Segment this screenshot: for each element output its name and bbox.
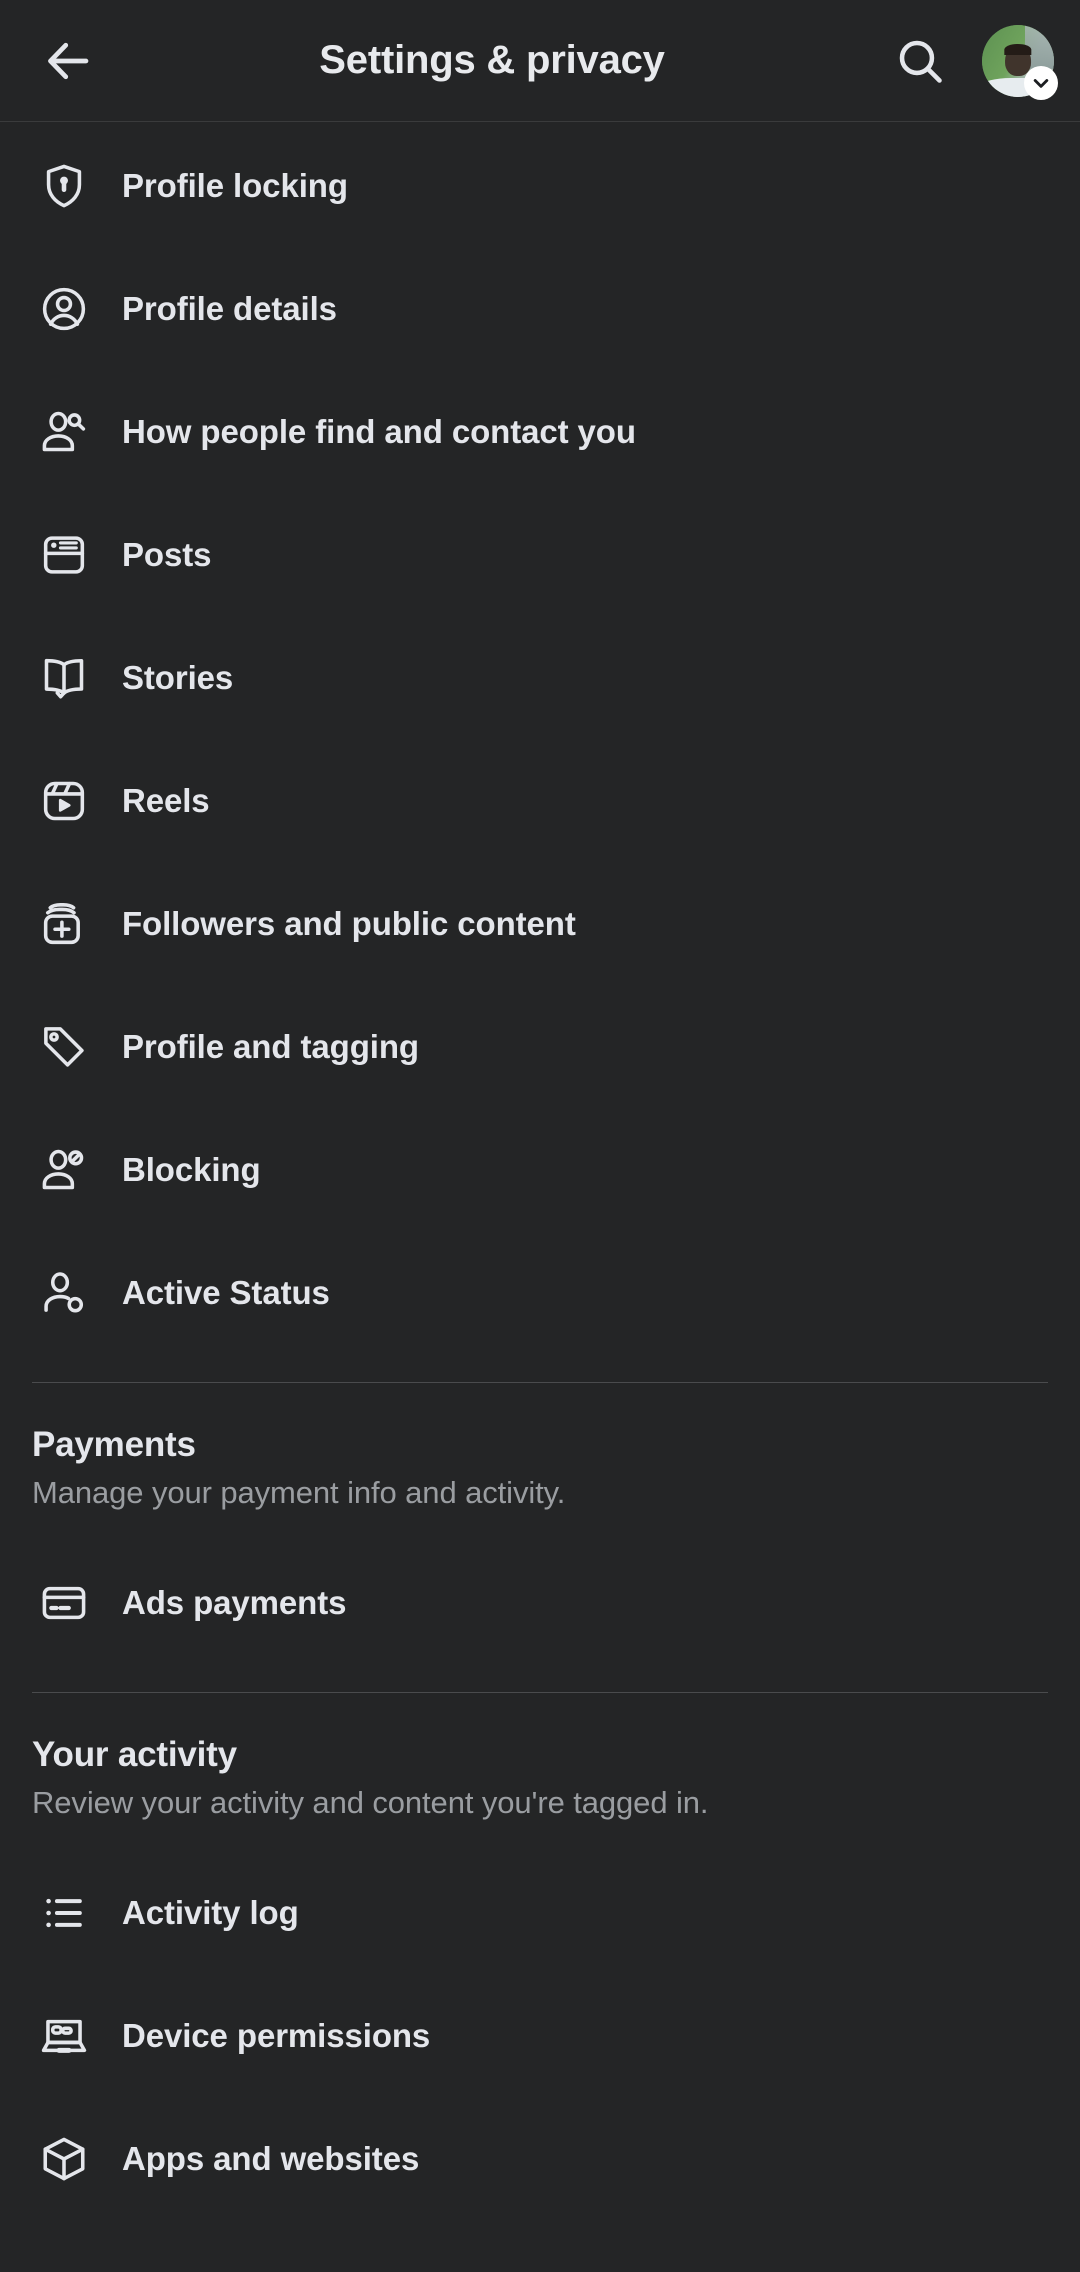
price-tag-icon (34, 1017, 94, 1077)
section-subtitle: Manage your payment info and activity. (32, 1475, 566, 1510)
list-item-posts[interactable]: Posts (0, 493, 1080, 616)
post-card-icon (34, 525, 94, 585)
list-item-label: Posts (122, 535, 212, 573)
list-item-stories[interactable]: Stories (0, 616, 1080, 739)
cube-icon (34, 2129, 94, 2189)
user-circle-icon (34, 279, 94, 339)
list-item-label: Stories (122, 658, 234, 696)
list-item-blocking[interactable]: Blocking (0, 1108, 1080, 1231)
profile-switcher-button[interactable] (982, 24, 1058, 100)
your-activity-section-header: Your activity Review your activity and c… (0, 1693, 1080, 1827)
search-button[interactable] (884, 25, 956, 97)
chevron-down-badge[interactable] (1024, 65, 1058, 100)
page-title: Settings & privacy (319, 38, 665, 82)
settings-list: Profile locking Profile details How peop… (0, 122, 1080, 1354)
avatar-hair (1004, 43, 1032, 56)
list-item-ads-payments[interactable]: Ads payments (0, 1541, 1080, 1664)
list-item-label: Apps and websites (122, 2139, 420, 2177)
section-subtitle: Review your activity and content you're … (32, 1785, 709, 1820)
list-item-label: Ads payments (122, 1583, 347, 1621)
list-bullet-icon (34, 1883, 94, 1943)
list-item-profile-locking[interactable]: Profile locking (0, 124, 1080, 247)
list-item-followers-and-public-content[interactable]: Followers and public content (0, 862, 1080, 985)
app-header: Settings & privacy (0, 0, 1080, 122)
reels-play-icon (34, 771, 94, 831)
list-item-profile-details[interactable]: Profile details (0, 247, 1080, 370)
section-title: Payments (32, 1425, 196, 1464)
list-item-label: How people find and contact you (122, 412, 636, 450)
your-activity-list: Activity log Device permissions Apps and… (0, 1851, 1080, 2220)
payments-list: Ads payments (0, 1541, 1080, 1664)
search-icon (899, 40, 942, 83)
list-item-how-people-find-you[interactable]: How people find and contact you (0, 370, 1080, 493)
list-item-active-status[interactable]: Active Status (0, 1231, 1080, 1354)
list-item-reels[interactable]: Reels (0, 739, 1080, 862)
settings-privacy-screen: Settings & privacy Profile locking Profi… (0, 0, 1080, 2272)
section-title: Your activity (32, 1735, 237, 1774)
chevron-down-icon (1033, 78, 1049, 88)
stacked-card-plus-icon (34, 894, 94, 954)
arrow-left-icon (48, 42, 89, 79)
list-item-activity-log[interactable]: Activity log (0, 1851, 1080, 1974)
list-item-label: Blocking (122, 1150, 261, 1188)
list-item-label: Reels (122, 781, 210, 819)
list-item-label: Active Status (122, 1273, 330, 1311)
list-item-label: Profile locking (122, 166, 348, 204)
open-book-icon (34, 648, 94, 708)
list-item-apps-and-websites[interactable]: Apps and websites (0, 2097, 1080, 2220)
list-item-device-permissions[interactable]: Device permissions (0, 1974, 1080, 2097)
credit-card-icon (34, 1573, 94, 1633)
list-item-label: Activity log (122, 1893, 299, 1931)
header-actions (884, 24, 1058, 100)
list-item-label: Profile details (122, 289, 337, 327)
shield-lock-icon (34, 156, 94, 216)
person-status-icon (34, 1263, 94, 1323)
list-item-label: Profile and tagging (122, 1027, 419, 1065)
payments-section-header: Payments Manage your payment info and ac… (0, 1383, 1080, 1517)
list-item-profile-and-tagging[interactable]: Profile and tagging (0, 985, 1080, 1108)
list-item-label: Followers and public content (122, 904, 576, 942)
back-button[interactable] (30, 23, 106, 99)
person-block-icon (34, 1140, 94, 1200)
laptop-icon (34, 2006, 94, 2066)
list-item-label: Device permissions (122, 2016, 431, 2054)
person-search-icon (34, 402, 94, 462)
